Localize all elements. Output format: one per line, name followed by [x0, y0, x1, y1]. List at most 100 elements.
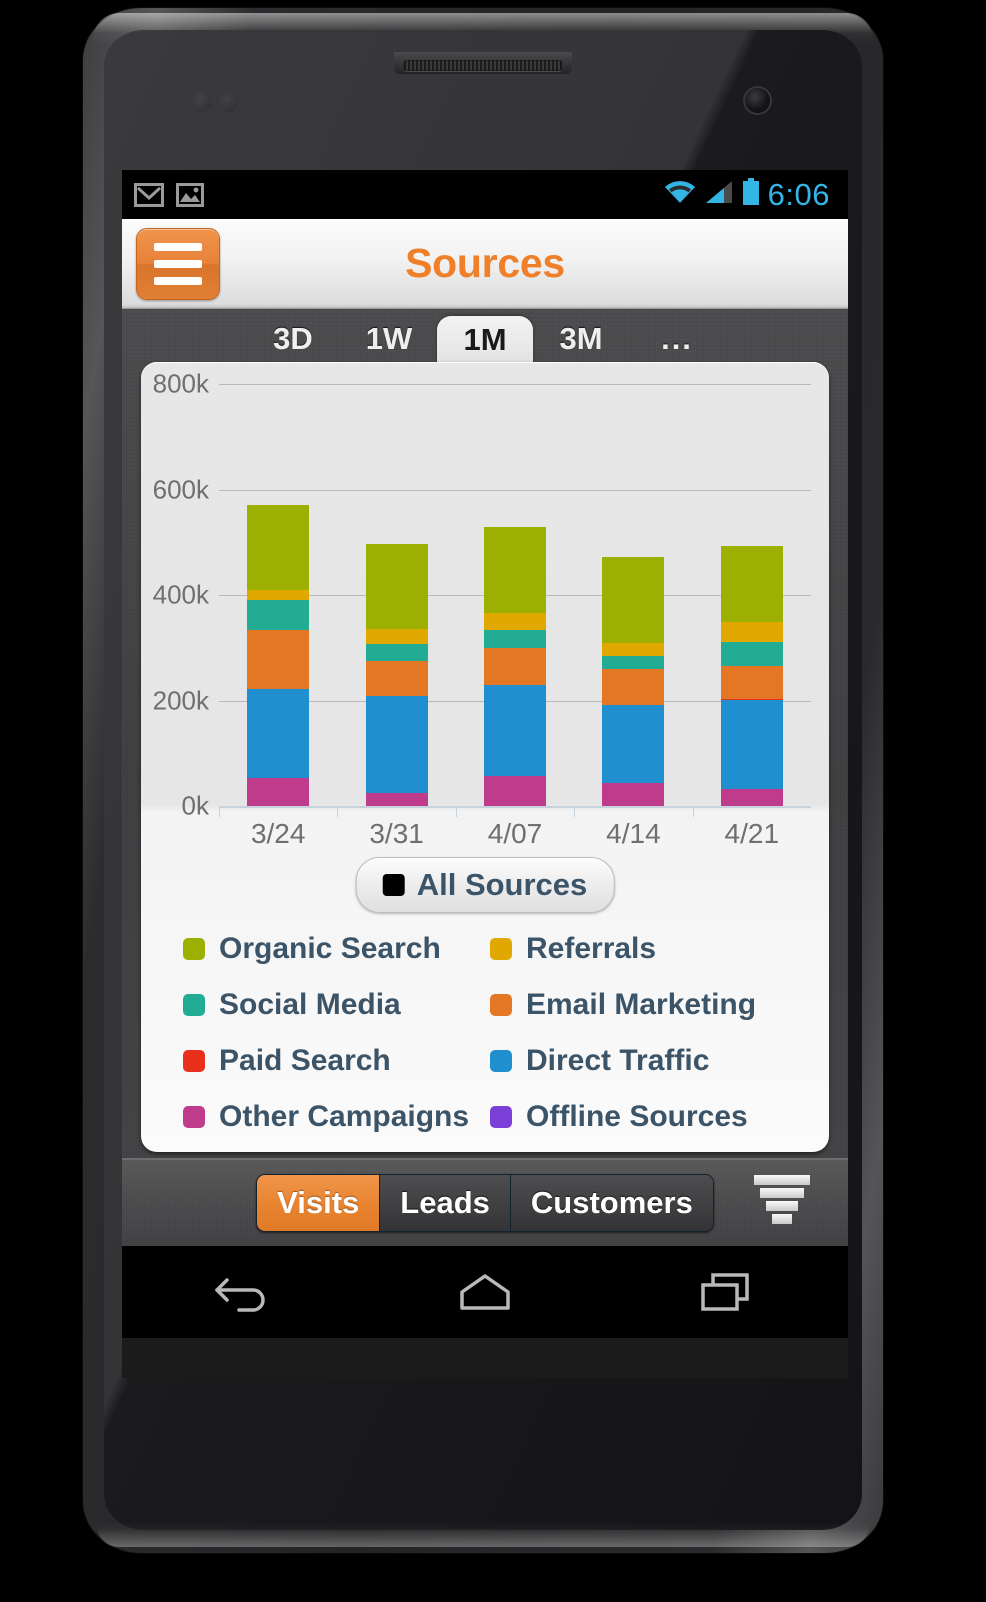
- home-icon[interactable]: [425, 1262, 545, 1322]
- legend-label: Referrals: [526, 932, 657, 965]
- bar-segment-email-marketing: [365, 661, 428, 697]
- x-axis-line: [219, 806, 811, 808]
- bar-segment-organic-search: [484, 526, 546, 613]
- gridline: [219, 384, 811, 385]
- bar-segment-referrals: [720, 621, 783, 643]
- x-axis-tick: [219, 808, 220, 817]
- x-axis-label: 4/14: [606, 818, 661, 849]
- photo-icon: [176, 182, 206, 208]
- legend-swatch: [183, 1106, 205, 1128]
- x-axis-tick: [574, 808, 576, 817]
- date-range-tabs: 3D 1W 1M 3M...: [122, 309, 848, 368]
- x-axis-tick: [692, 808, 694, 817]
- bar-segment-other-campaigns: [247, 778, 310, 806]
- bar-segment-email-marketing: [720, 666, 783, 699]
- gridline: [219, 489, 811, 491]
- legend-swatch: [490, 994, 512, 1016]
- bar-3-24[interactable]: [247, 505, 310, 806]
- bar-segment-other-campaigns: [602, 783, 665, 806]
- bar-3-31[interactable]: [365, 543, 428, 806]
- y-axis-tick-label: 200k: [152, 685, 209, 715]
- earpiece-speaker: [404, 60, 562, 71]
- x-axis-label: 4/21: [724, 818, 780, 849]
- legend-item-paid-search[interactable]: Paid Search: [183, 1044, 480, 1078]
- legend-item-direct-traffic[interactable]: Direct Traffic: [490, 1044, 787, 1078]
- bar-segment-email-marketing: [602, 669, 665, 706]
- legend-label: Email Marketing: [526, 988, 757, 1021]
- legend-label: Offline Sources: [526, 1100, 748, 1133]
- bar-segment-organic-search: [247, 505, 310, 590]
- status-bar: 6:06: [122, 170, 848, 219]
- gmail-icon: [134, 182, 164, 208]
- bar-segment-organic-search: [365, 543, 428, 629]
- bar-4-21[interactable]: [720, 546, 783, 806]
- legend-swatch: [183, 994, 205, 1016]
- legend-item-organic-search[interactable]: Organic Search: [183, 932, 480, 966]
- bar-segment-direct-traffic: [602, 705, 665, 784]
- stacked-bar-chart: 0k 200k 400k 600k 800k 3/24 3/31 4/07 4/14 4/21: [141, 362, 829, 849]
- metric-segmented-control: Visits Leads Customers: [256, 1174, 714, 1232]
- bar-segment-organic-search: [720, 546, 783, 622]
- y-axis-tick-label: 0k: [181, 790, 209, 821]
- bar-segment-referrals: [484, 612, 546, 630]
- bar-segment-social-media: [247, 599, 310, 631]
- legend-swatch: [183, 1050, 205, 1072]
- bar-segment-organic-search: [602, 557, 665, 644]
- back-icon[interactable]: [183, 1262, 303, 1322]
- bar-segment-referrals: [602, 643, 665, 656]
- tab-1w[interactable]: 1W: [341, 321, 437, 367]
- all-sources-swatch: [382, 874, 405, 896]
- tab-1m[interactable]: 1M: [437, 316, 533, 368]
- recents-icon[interactable]: [667, 1262, 787, 1322]
- segment-leads[interactable]: Leads: [380, 1175, 511, 1231]
- bar-segment-direct-traffic: [484, 685, 546, 777]
- segment-visits[interactable]: Visits: [257, 1175, 381, 1231]
- legend-label: Organic Search: [219, 932, 441, 965]
- chart-card: 0k 200k 400k 600k 800k 3/24 3/31 4/07 4/14 4/21 A…: [141, 362, 829, 1152]
- legend-item-referrals[interactable]: Referrals: [490, 932, 787, 966]
- tab-moremoremore[interactable]: ...: [629, 321, 725, 367]
- legend-label: Other Campaigns: [219, 1100, 470, 1133]
- android-nav-bar: [122, 1246, 848, 1338]
- bar-4-07[interactable]: [484, 526, 546, 806]
- all-sources-filter-button[interactable]: All Sources: [355, 857, 615, 913]
- legend-swatch: [183, 938, 205, 960]
- segment-customers[interactable]: Customers: [510, 1175, 713, 1231]
- legend-swatch: [490, 1106, 512, 1128]
- legend-label: Social Media: [219, 988, 401, 1021]
- action-bar: Sources: [122, 219, 848, 309]
- wifi-icon: [663, 179, 697, 210]
- bar-segment-other-campaigns: [720, 789, 783, 806]
- legend-item-email-marketing[interactable]: Email Marketing: [490, 988, 787, 1022]
- legend-item-offline-sources[interactable]: Offline Sources: [490, 1100, 787, 1134]
- bottom-toolbar: Visits Leads Customers: [122, 1158, 848, 1246]
- bar-segment-direct-traffic: [247, 688, 310, 779]
- x-axis-label: 3/31: [369, 818, 424, 849]
- x-axis-label: 4/07: [487, 818, 543, 849]
- funnel-icon[interactable]: [752, 1175, 812, 1231]
- hamburger-menu-icon[interactable]: [136, 227, 220, 300]
- status-clock: 6:06: [767, 176, 830, 212]
- legend-item-social-media[interactable]: Social Media: [183, 988, 480, 1022]
- page-title: Sources: [405, 240, 565, 286]
- bar-4-14[interactable]: [602, 557, 665, 806]
- battery-icon: [741, 178, 761, 211]
- proximity-sensor: [192, 92, 246, 112]
- bar-segment-direct-traffic: [720, 699, 783, 790]
- bar-segment-referrals: [247, 589, 310, 600]
- app-body: 3D 1W 1M 3M... 0k 200k 400k 600k 800k 3/24 3/31 4/…: [122, 309, 848, 1158]
- bar-segment-social-media: [484, 629, 546, 648]
- chart-legend: Organic Search Referrals Social Media Email…: [141, 932, 829, 1134]
- tab-3d[interactable]: 3D: [245, 321, 341, 367]
- legend-item-other-campaigns[interactable]: Other Campaigns: [183, 1100, 480, 1134]
- bar-segment-social-media: [365, 643, 428, 662]
- bar-segment-referrals: [365, 628, 428, 644]
- x-axis-tick: [455, 808, 457, 817]
- status-system-icons: 6:06: [663, 177, 836, 213]
- device-screen: 6:06 Sources 3D 1W 1M 3M... 0k 200k 400k 600k 8…: [122, 170, 848, 1378]
- tab-3m[interactable]: 3M: [533, 321, 629, 367]
- legend-label: Paid Search: [219, 1044, 391, 1077]
- signal-icon: [704, 179, 734, 210]
- y-axis-tick-label: 400k: [152, 579, 209, 610]
- legend-swatch: [490, 938, 512, 960]
